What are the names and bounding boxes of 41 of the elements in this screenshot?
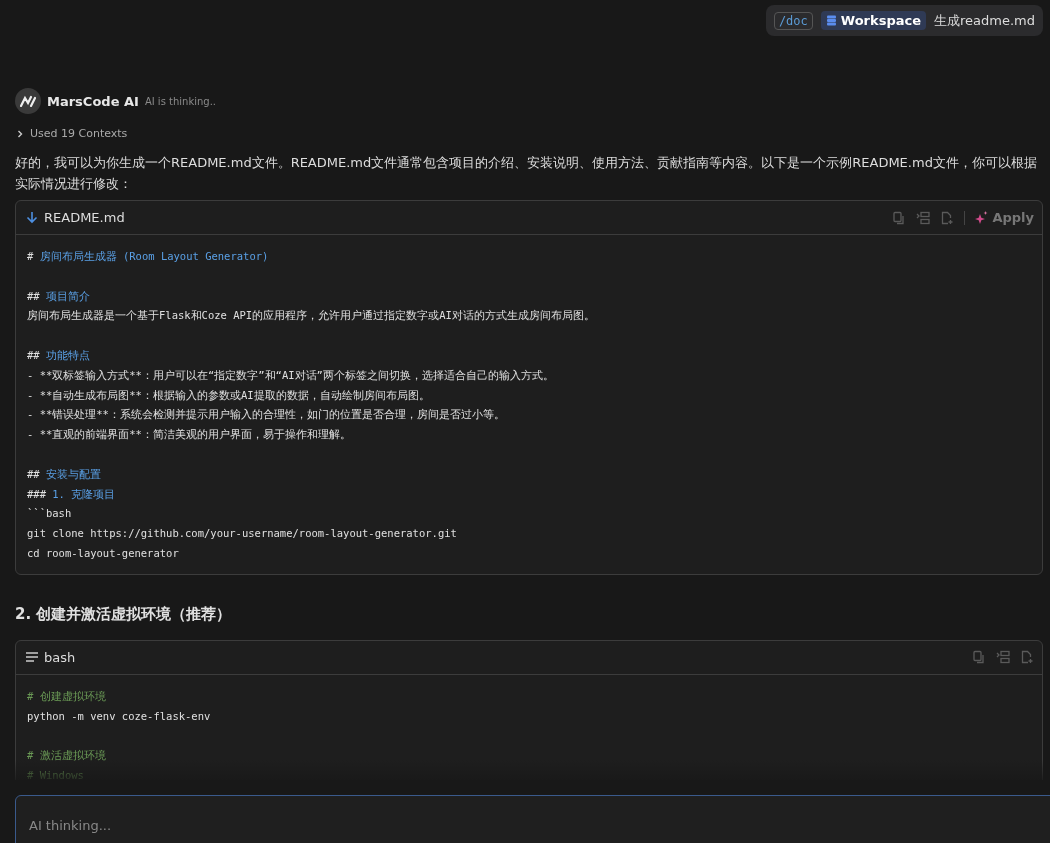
new-file-icon[interactable]	[1020, 650, 1034, 665]
section-heading: 2. 创建并激活虚拟环境（推荐）	[15, 604, 233, 624]
code-line: cd room-layout-generator	[27, 545, 180, 561]
prompt-text: 生成readme.md	[934, 11, 1035, 30]
assistant-avatar	[15, 88, 41, 114]
code-line: # 房间布局生成器 (Room Layout Generator)	[27, 249, 270, 264]
code-comment: # 激活虚拟环境	[27, 748, 107, 764]
lines-icon	[26, 652, 38, 663]
code-line: ```bash	[27, 506, 73, 522]
code-line: ## 安装与配置	[27, 466, 102, 482]
workspace-tag: Workspace	[820, 11, 926, 30]
stack-icon	[825, 15, 837, 26]
code-line: git clone https://github.com/your-username/room-layout-generator.git	[27, 526, 458, 542]
chevron-icon	[15, 128, 25, 139]
download-icon	[26, 211, 38, 224]
contexts-toggle[interactable]: Used 19 Contexts	[15, 127, 1043, 140]
code-line: - **直观的前端界面**：简洁美观的用户界面，易于操作和理解。	[27, 427, 352, 443]
thinking-status: AI is thinking..	[144, 95, 216, 107]
assistant-name: MarsCode AI	[47, 93, 139, 109]
code-line: - **自动生成布局图**：根据输入的参数或AI提取的数据，自动绘制房间布局图。	[27, 387, 431, 403]
insert-icon[interactable]	[996, 650, 1010, 665]
copy-icon[interactable]	[892, 210, 907, 225]
code-line: ## 项目简介	[27, 288, 91, 304]
code-line: - **错误处理**：系统会检测并提示用户输入的合理性，如门的位置是否合理，房间是否过小等。	[27, 407, 506, 423]
response-text: 好的，我可以为你生成一个README.md文件。README.md文件通常包含项目的介绍、安装说明、使用方法、贡献指南等内容。以下是一个示例README.md文件，你可以根据实际情况进行修改：	[15, 154, 1038, 193]
code-line: python -m venv coze-flask-env	[27, 708, 212, 724]
copy-icon[interactable]	[972, 650, 986, 665]
code-line: ### 1. 克隆项目	[27, 486, 117, 502]
sparkle-icon	[975, 211, 989, 224]
command-tag: /doc	[773, 11, 813, 30]
apply-button[interactable]: Apply	[975, 210, 1034, 225]
code-line: - **双标签输入方式**：用户可以在“指定数字”和“AI对话”两个标签之间切换，选择适合自己的输入方式。	[27, 367, 555, 383]
code-line: 房间布局生成器是一个基于Flask和Coze API的应用程序，允许用户通过指定数字或AI对话的方式生成房间布局图。	[27, 308, 596, 324]
code-comment: # Windows	[27, 767, 85, 780]
insert-icon[interactable]	[916, 210, 931, 225]
code-line: ## 功能特点	[27, 348, 91, 363]
code-comment: # 创建虚拟环境	[27, 688, 107, 704]
chat-input[interactable]: AI thinking...	[15, 795, 1050, 843]
code-block-title: README.md	[44, 210, 125, 225]
new-file-icon[interactable]	[940, 210, 955, 225]
code-block-title: bash	[44, 649, 76, 665]
